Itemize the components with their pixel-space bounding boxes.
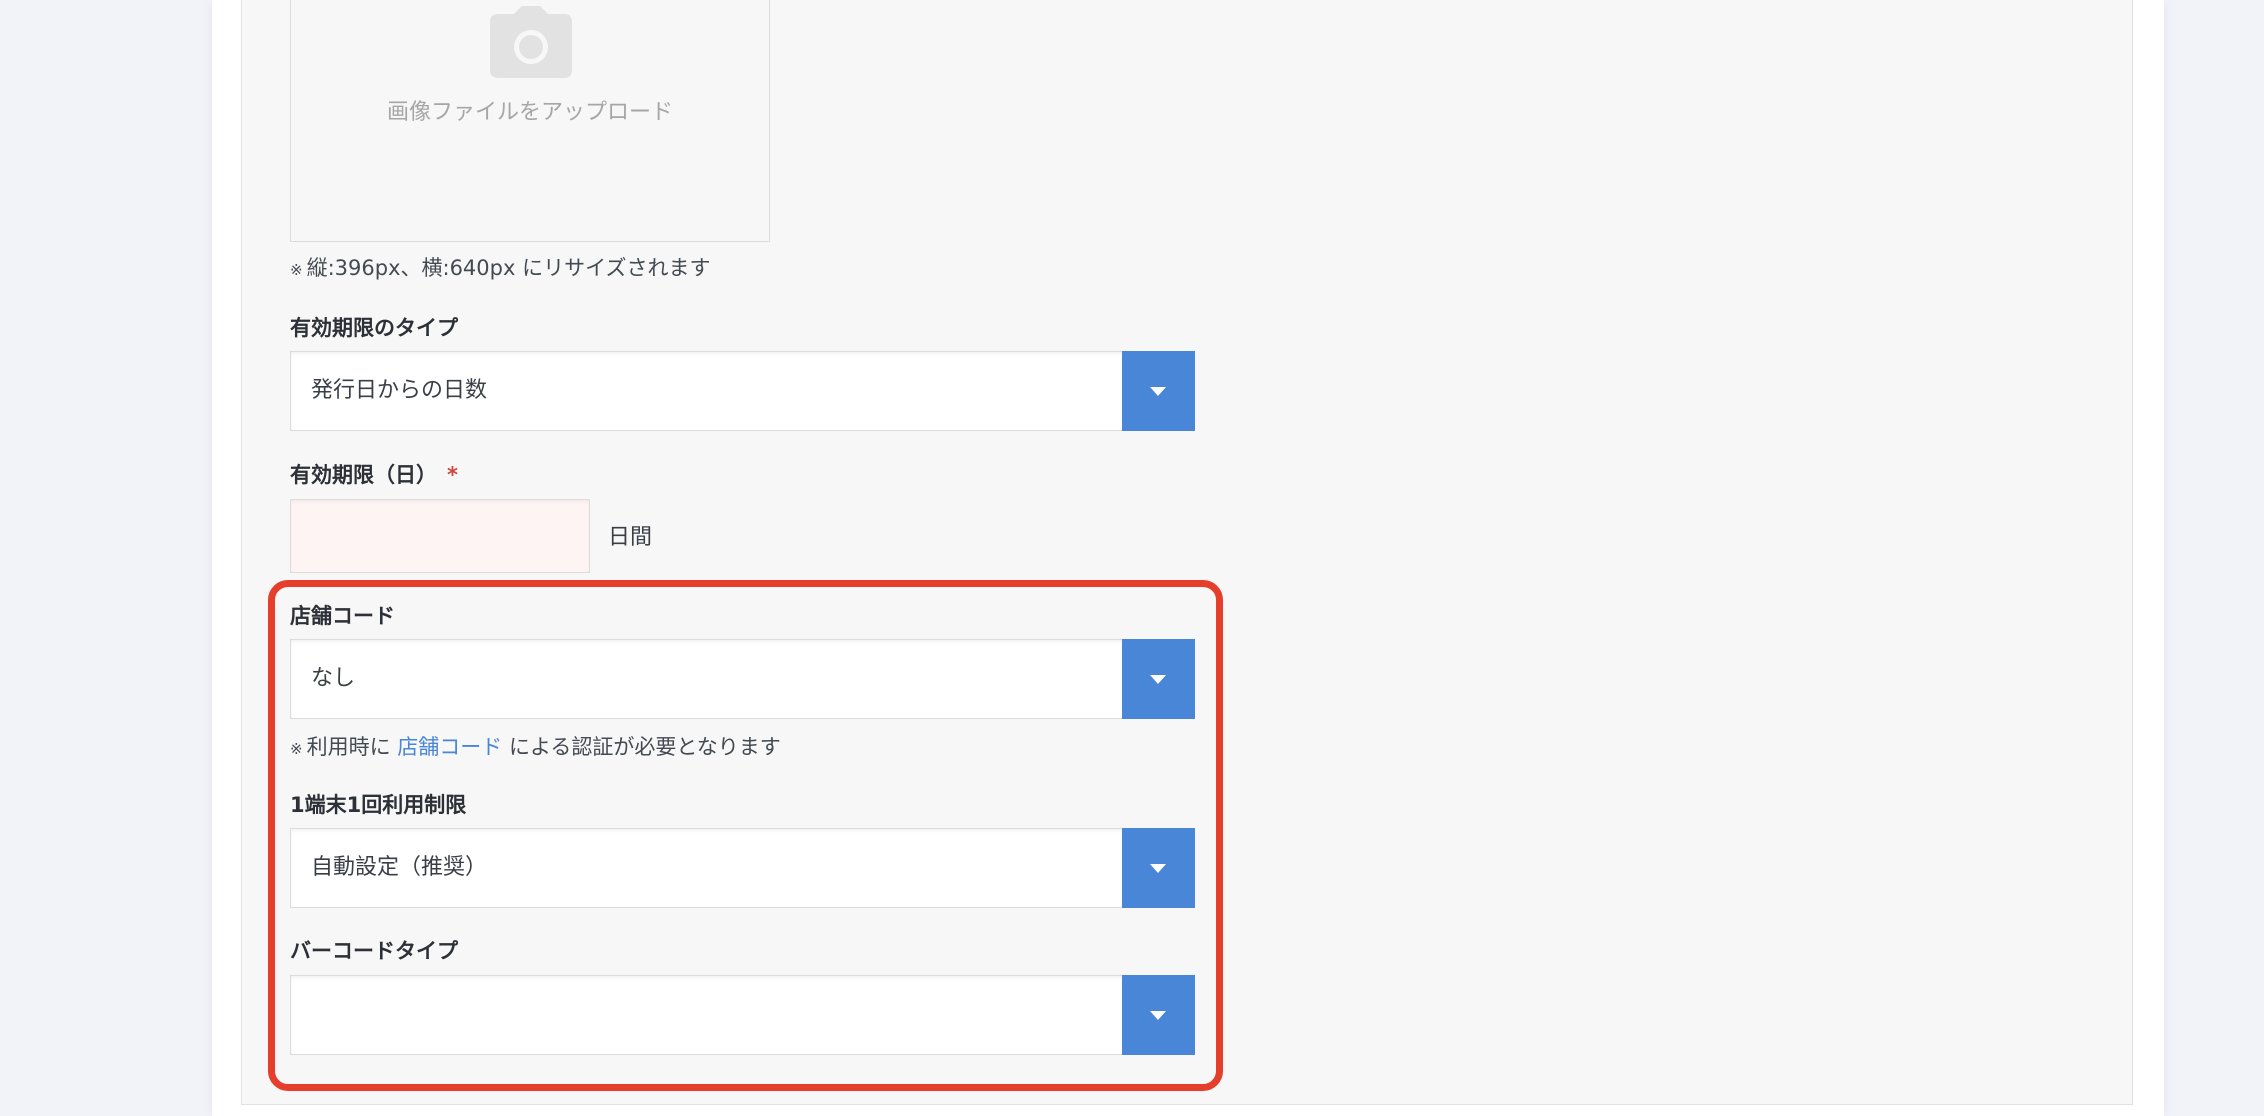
camera-icon — [490, 6, 572, 78]
expiry-type-value: 発行日からの日数 — [311, 378, 488, 403]
resize-note-text: 縦:396px、横:640px にリサイズされます — [306, 256, 711, 280]
upload-prompt: 画像ファイルをアップロード — [386, 100, 673, 125]
expiry-days-label-text: 有効期限（日） — [290, 463, 437, 487]
chevron-down-icon[interactable] — [1122, 351, 1195, 431]
expiry-days-suffix: 日間 — [608, 525, 653, 550]
note-mark: ※ — [290, 261, 303, 279]
expiry-days-label: 有効期限（日） * — [290, 459, 458, 489]
expiry-type-label: 有効期限のタイプ — [290, 316, 458, 340]
image-upload-area[interactable]: 画像ファイルをアップロード — [290, 0, 770, 242]
expiry-days-input[interactable] — [290, 499, 590, 573]
expiry-type-select[interactable]: 発行日からの日数 — [290, 351, 1195, 431]
required-mark: * — [447, 463, 458, 487]
highlight-frame — [268, 580, 1223, 1091]
resize-note: ※ 縦:396px、横:640px にリサイズされます — [290, 252, 710, 282]
